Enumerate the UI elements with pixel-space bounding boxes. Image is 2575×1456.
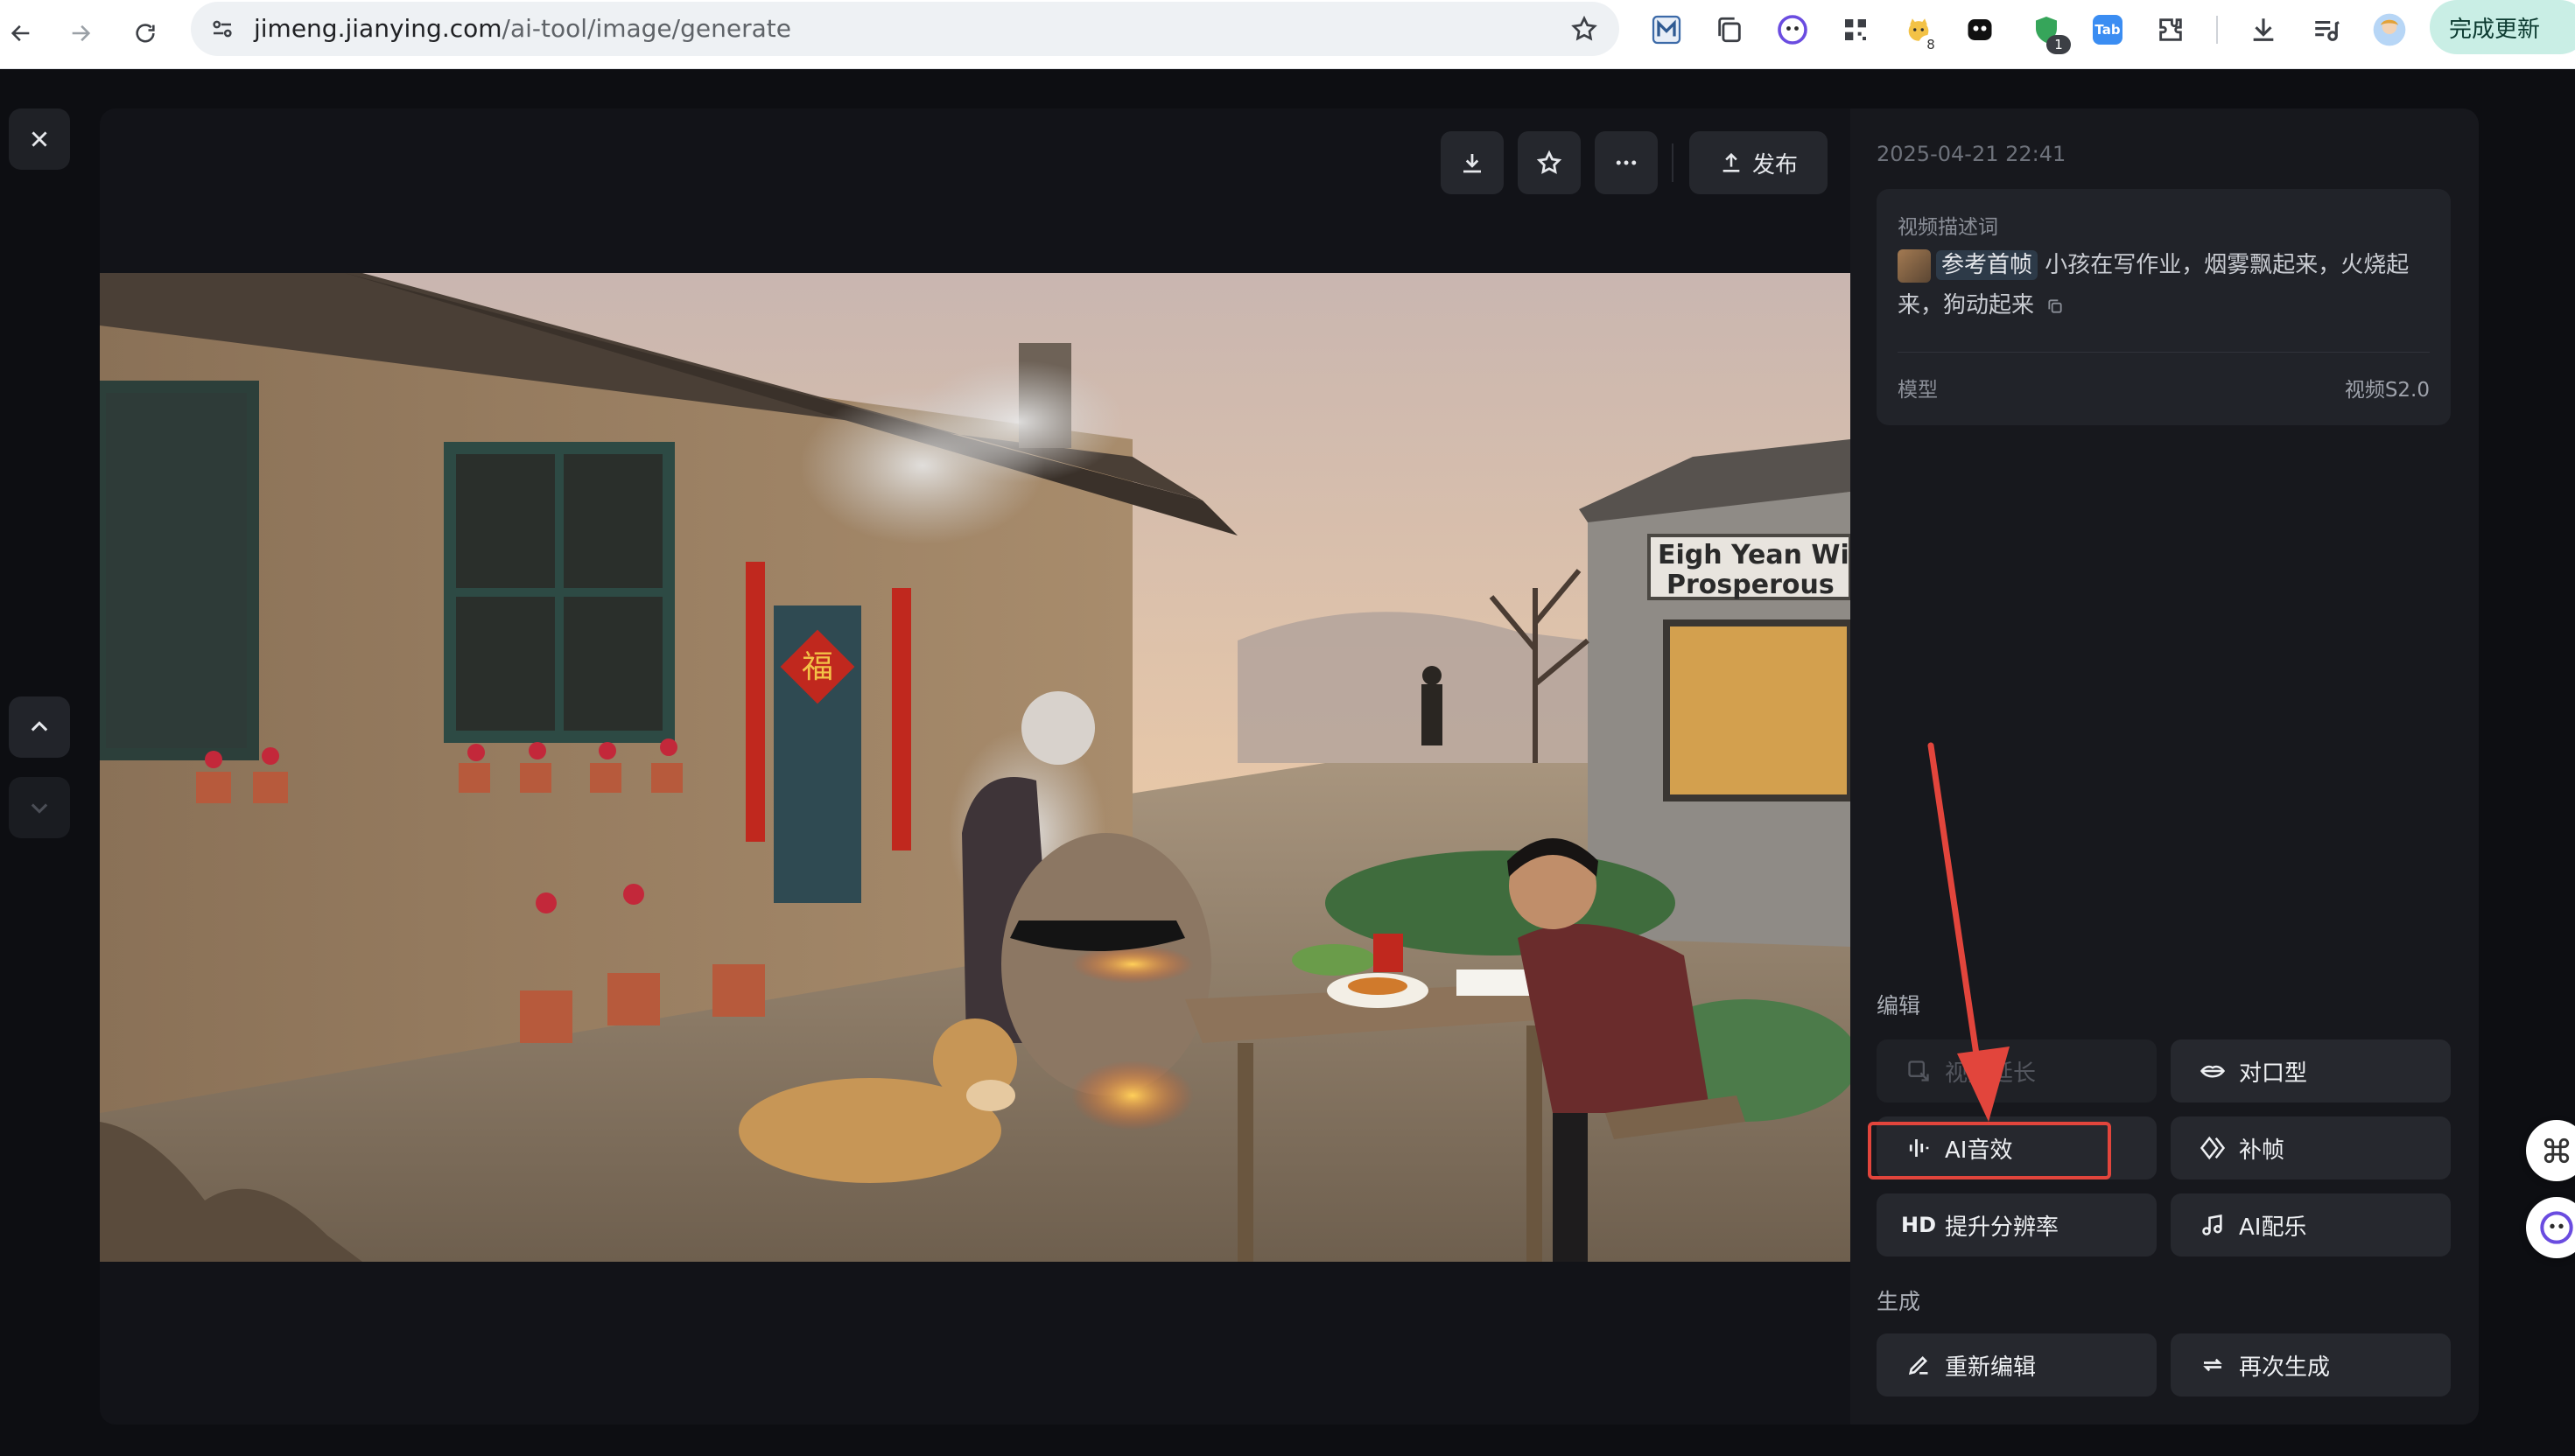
- generated-video-frame[interactable]: 福 Eigh Yean Wi Prosperous: [100, 273, 1850, 1262]
- prompt-label: 视频描述词: [1898, 216, 1998, 239]
- music-note-icon: [2199, 1211, 2227, 1239]
- publish-button[interactable]: 发布: [1689, 131, 1828, 194]
- ai-music-button[interactable]: AI配乐: [2171, 1194, 2451, 1256]
- hd-icon: HD: [1901, 1213, 1937, 1237]
- created-timestamp: 2025-04-21 22:41: [1877, 142, 2066, 166]
- model-value: 视频S2.0: [2344, 379, 2430, 402]
- more-dots-icon: [1616, 160, 1637, 165]
- ext-ghost-icon[interactable]: [1961, 10, 1999, 49]
- toolbar-divider: [2216, 16, 2218, 44]
- download-button[interactable]: [1441, 131, 1504, 194]
- pencil-icon: [1905, 1351, 1933, 1379]
- repeat-icon: [2199, 1351, 2227, 1379]
- shop-sign-line1: Eigh Yean Wi: [1658, 540, 1849, 570]
- video-extend-button[interactable]: 视频延长: [1877, 1040, 2157, 1102]
- toolbar-divider: [1672, 144, 1673, 182]
- bookmark-star-icon[interactable]: [1567, 11, 1602, 46]
- shop-sign-line2: Prosperous: [1666, 570, 1835, 600]
- frame-interpolation-button[interactable]: 补帧: [2171, 1116, 2451, 1180]
- forward-icon[interactable]: [60, 12, 102, 54]
- ext-tab-icon[interactable]: Tab: [2088, 10, 2127, 49]
- next-item-button[interactable]: [9, 777, 70, 838]
- upload-icon: [1723, 152, 1740, 172]
- command-icon: [2543, 1138, 2570, 1164]
- media-queue-icon[interactable]: [2307, 10, 2346, 49]
- ext-shield-icon[interactable]: 1: [2027, 10, 2071, 54]
- ext-copy-icon[interactable]: [1710, 10, 1749, 49]
- back-icon[interactable]: [0, 12, 42, 54]
- ext-qr-icon[interactable]: [1836, 10, 1875, 49]
- lips-icon: [2199, 1057, 2227, 1085]
- lip-sync-button[interactable]: 对口型: [2171, 1040, 2451, 1102]
- download-icon: [1463, 154, 1481, 173]
- favorite-button[interactable]: [1518, 131, 1581, 194]
- browser-toolbar: jimeng.jianying.com/ai-tool/image/genera…: [0, 0, 2575, 69]
- more-button[interactable]: [1595, 131, 1658, 194]
- card-divider: [1898, 352, 2430, 353]
- extend-icon: [1905, 1057, 1933, 1085]
- chevron-up-icon: [31, 721, 48, 732]
- model-label: 模型: [1898, 379, 1938, 402]
- star-icon: [1536, 150, 1562, 174]
- previous-item-button[interactable]: [9, 696, 70, 758]
- close-icon: [32, 131, 47, 147]
- prompt-text-block: 参考首帧 小孩在写作业，烟雾飘起来，火烧起来，狗动起来: [1898, 245, 2431, 326]
- downloads-icon[interactable]: [2244, 10, 2283, 49]
- floating-assistant-button[interactable]: [2526, 1197, 2575, 1258]
- regenerate-button[interactable]: 再次生成: [2171, 1334, 2451, 1396]
- media-viewer: 发布 福 Eigh Yean Wi Prosperous: [100, 108, 1850, 1424]
- prompt-card: 视频描述词 参考首帧 小孩在写作业，烟雾飘起来，火烧起来，狗动起来 模型 视频S…: [1877, 189, 2451, 425]
- copy-icon[interactable]: [2046, 298, 2064, 315]
- update-button[interactable]: 完成更新: [2430, 0, 2575, 54]
- chevron-down-icon: [31, 803, 48, 814]
- re-edit-button[interactable]: 重新编辑: [1877, 1334, 2157, 1396]
- upscale-resolution-button[interactable]: HD 提升分辨率: [1877, 1194, 2157, 1256]
- close-button[interactable]: [9, 108, 70, 170]
- ext-badge-count: 1: [2046, 35, 2071, 54]
- diamond-frames-icon: [2199, 1134, 2227, 1162]
- floating-apps-button[interactable]: [2526, 1120, 2575, 1181]
- profile-avatar[interactable]: [2370, 10, 2409, 49]
- site-settings-icon[interactable]: [205, 11, 240, 46]
- ext-face-icon[interactable]: [1773, 10, 1812, 49]
- reference-frame-tag[interactable]: 参考首帧: [1936, 250, 2038, 280]
- reference-frame-thumbnail[interactable]: [1898, 248, 1931, 283]
- url-text[interactable]: jimeng.jianying.com/ai-tool/image/genera…: [254, 14, 791, 43]
- village-scene-image: 福 Eigh Yean Wi Prosperous: [100, 273, 1850, 1262]
- reload-icon[interactable]: [124, 12, 166, 54]
- address-bar[interactable]: jimeng.jianying.com/ai-tool/image/genera…: [191, 2, 1619, 56]
- assistant-face-icon: [2540, 1211, 2573, 1244]
- extensions-puzzle-icon[interactable]: [2151, 10, 2190, 49]
- door-fu-char: 福: [802, 649, 833, 685]
- edit-section-title: 编辑: [1877, 993, 1921, 1018]
- details-panel: 2025-04-21 22:41 视频描述词 参考首帧 小孩在写作业，烟雾飘起来…: [1850, 108, 2479, 1424]
- ext-m-icon[interactable]: [1647, 10, 1686, 49]
- annotation-highlight-box: [1868, 1122, 2111, 1180]
- generate-section-title: 生成: [1877, 1289, 1921, 1314]
- ext-cat-icon[interactable]: 8: [1899, 10, 1943, 54]
- ext-badge-count: 8: [1919, 35, 1943, 54]
